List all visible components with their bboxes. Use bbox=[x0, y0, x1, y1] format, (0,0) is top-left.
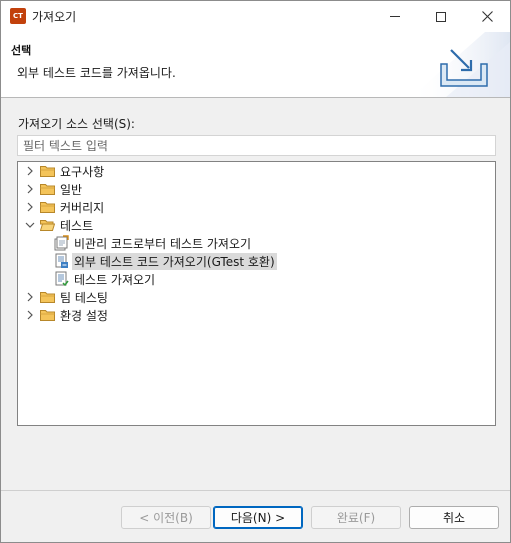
tree-item-requirements[interactable]: 요구사항 bbox=[24, 162, 104, 180]
footer-divider bbox=[1, 490, 510, 491]
chevron-right-icon[interactable] bbox=[24, 291, 36, 303]
chevron-down-icon[interactable] bbox=[24, 219, 36, 231]
tree-item-team-testing[interactable]: 팀 테스팅 bbox=[24, 288, 108, 306]
minimize-icon bbox=[390, 16, 400, 17]
import-source-tree[interactable]: 요구사항 일반 커버리지 테스트 비관리 코드로부터 테스트 가져오기 외부 테… bbox=[17, 161, 496, 426]
tree-item-environment[interactable]: 환경 설정 bbox=[24, 306, 108, 324]
chevron-right-icon[interactable] bbox=[24, 183, 36, 195]
app-icon: CT bbox=[10, 8, 26, 24]
title-bar: CT 가져오기 bbox=[1, 1, 510, 32]
back-button[interactable]: < 이전(B) bbox=[121, 506, 211, 529]
tree-item-general[interactable]: 일반 bbox=[24, 180, 82, 198]
chevron-right-icon[interactable] bbox=[24, 201, 36, 213]
finish-button[interactable]: 완료(F) bbox=[311, 506, 401, 529]
next-button[interactable]: 다음(N) > bbox=[213, 506, 303, 529]
page-description: 외부 테스트 코드를 가져옵니다. bbox=[17, 66, 176, 80]
tree-item-label: 환경 설정 bbox=[60, 308, 108, 323]
tree-item-label: 테스트 가져오기 bbox=[74, 272, 156, 287]
folder-open-icon bbox=[40, 220, 55, 231]
folder-icon bbox=[40, 184, 55, 195]
chevron-right-icon[interactable] bbox=[24, 165, 36, 177]
cancel-button[interactable]: 취소 bbox=[409, 506, 499, 529]
import-wizard-icon bbox=[440, 49, 488, 87]
source-select-label: 가져오기 소스 선택(S): bbox=[18, 117, 135, 131]
test-import-wizard-icon bbox=[55, 271, 69, 287]
tree-item-test[interactable]: 테스트 bbox=[24, 216, 93, 234]
unmanaged-import-wizard-icon bbox=[54, 235, 69, 251]
tree-item-label: 비관리 코드로부터 테스트 가져오기 bbox=[74, 236, 252, 251]
folder-icon bbox=[40, 202, 55, 213]
tree-item-test-import[interactable]: 테스트 가져오기 bbox=[54, 270, 155, 288]
filter-input[interactable] bbox=[17, 135, 496, 156]
folder-icon bbox=[40, 292, 55, 303]
maximize-icon bbox=[436, 11, 446, 22]
tree-item-label: 팀 테스팅 bbox=[60, 290, 108, 305]
wizard-header: 선택 외부 테스트 코드를 가져옵니다. bbox=[1, 32, 510, 98]
close-button[interactable] bbox=[464, 1, 510, 32]
window-title: 가져오기 bbox=[32, 10, 77, 24]
tree-item-label: 일반 bbox=[60, 182, 83, 197]
tree-item-label: 테스트 bbox=[60, 218, 94, 233]
chevron-right-icon[interactable] bbox=[24, 309, 36, 321]
maximize-button[interactable] bbox=[418, 1, 464, 32]
close-icon bbox=[481, 11, 493, 22]
tree-item-label: 외부 테스트 코드 가져오기(GTest 호환) bbox=[72, 252, 277, 270]
tree-item-external-import[interactable]: 외부 테스트 코드 가져오기(GTest 호환) bbox=[54, 252, 277, 270]
tree-item-label: 커버리지 bbox=[60, 200, 105, 215]
tree-item-label: 요구사항 bbox=[60, 164, 105, 179]
page-title: 선택 bbox=[11, 44, 32, 57]
import-dialog: CT 가져오기 선택 외부 테스트 코드를 가져옵니다. 가져오기 소스 선택(… bbox=[0, 0, 511, 543]
folder-icon bbox=[40, 166, 55, 177]
tree-item-coverage[interactable]: 커버리지 bbox=[24, 198, 104, 216]
folder-icon bbox=[40, 310, 55, 321]
minimize-button[interactable] bbox=[372, 1, 418, 32]
tree-item-unmanaged-import[interactable]: 비관리 코드로부터 테스트 가져오기 bbox=[54, 234, 251, 252]
external-import-wizard-icon bbox=[55, 253, 68, 268]
